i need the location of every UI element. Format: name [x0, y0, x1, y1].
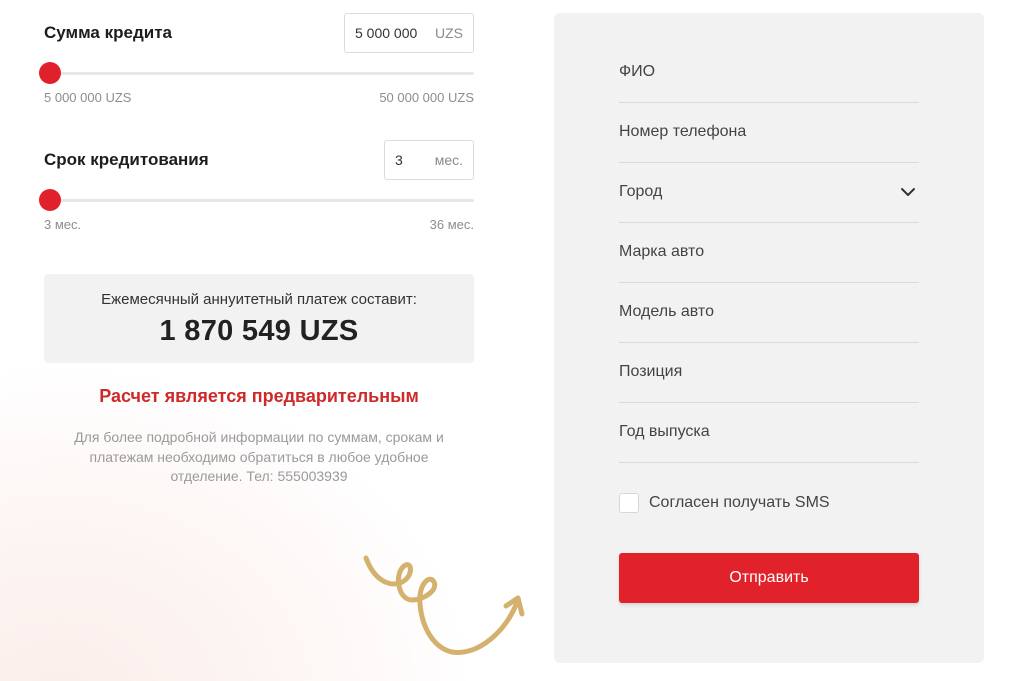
- sms-consent[interactable]: Согласен получать SMS: [619, 492, 830, 514]
- monthly-payment-box: Ежемесячный аннуитетный платеж составит:…: [44, 274, 474, 363]
- field-position[interactable]: Позиция: [619, 343, 919, 403]
- field-year-label: Год выпуска: [619, 423, 710, 440]
- amount-min-label: 5 000 000 UZS: [44, 90, 132, 105]
- term-min-label: 3 мес.: [44, 217, 82, 232]
- field-full-name[interactable]: ФИО: [619, 43, 919, 103]
- amount-label: Сумма кредита: [44, 23, 172, 42]
- field-year[interactable]: Год выпуска: [619, 403, 919, 463]
- term-row: Срок кредитования 3 мес.: [44, 140, 474, 180]
- contact-note: Для более подробной информации по суммам…: [74, 429, 444, 484]
- sms-consent-checkbox[interactable]: [619, 493, 639, 513]
- term-slider[interactable]: [39, 188, 474, 212]
- amount-slider-thumb[interactable]: [39, 62, 61, 84]
- amount-row: Сумма кредита 5 000 000 UZS: [44, 13, 474, 53]
- field-full-name-label: ФИО: [619, 63, 656, 80]
- term-input[interactable]: 3 мес.: [384, 140, 474, 180]
- field-phone[interactable]: Номер телефона: [619, 103, 919, 163]
- field-phone-label: Номер телефона: [619, 123, 747, 140]
- amount-slider-track[interactable]: [44, 72, 474, 75]
- field-city-label: Город: [619, 183, 663, 200]
- term-value[interactable]: 3: [395, 152, 403, 168]
- amount-unit: UZS: [435, 25, 463, 41]
- swirl-arrow-icon: [363, 555, 525, 655]
- amount-max-label: 50 000 000 UZS: [379, 90, 474, 105]
- chevron-down-icon[interactable]: [899, 183, 917, 201]
- field-car-brand[interactable]: Марка авто: [619, 223, 919, 283]
- term-slider-thumb[interactable]: [39, 189, 61, 211]
- preliminary-warning: Расчет является предварительным: [99, 386, 419, 406]
- field-city-select[interactable]: Город: [619, 163, 919, 223]
- amount-slider[interactable]: [39, 61, 474, 85]
- monthly-payment-label: Ежемесячный аннуитетный платеж составит:: [101, 291, 417, 308]
- field-position-label: Позиция: [619, 363, 683, 380]
- term-label: Срок кредитования: [44, 150, 209, 169]
- field-car-model-label: Модель авто: [619, 303, 714, 320]
- term-max-label: 36 мес.: [429, 217, 474, 232]
- monthly-payment-value: 1 870 549 UZS: [159, 315, 359, 347]
- field-car-model[interactable]: Модель авто: [619, 283, 919, 343]
- sms-consent-label[interactable]: Согласен получать SMS: [649, 494, 830, 512]
- term-slider-track[interactable]: [44, 199, 474, 202]
- amount-value[interactable]: 5 000 000: [355, 25, 417, 41]
- term-unit: мес.: [434, 152, 463, 168]
- application-form: ФИО Номер телефона Город Марка авто Моде…: [554, 13, 984, 663]
- field-car-brand-label: Марка авто: [619, 243, 705, 260]
- submit-button[interactable]: Отправить: [619, 553, 919, 603]
- amount-input[interactable]: 5 000 000 UZS: [344, 13, 474, 53]
